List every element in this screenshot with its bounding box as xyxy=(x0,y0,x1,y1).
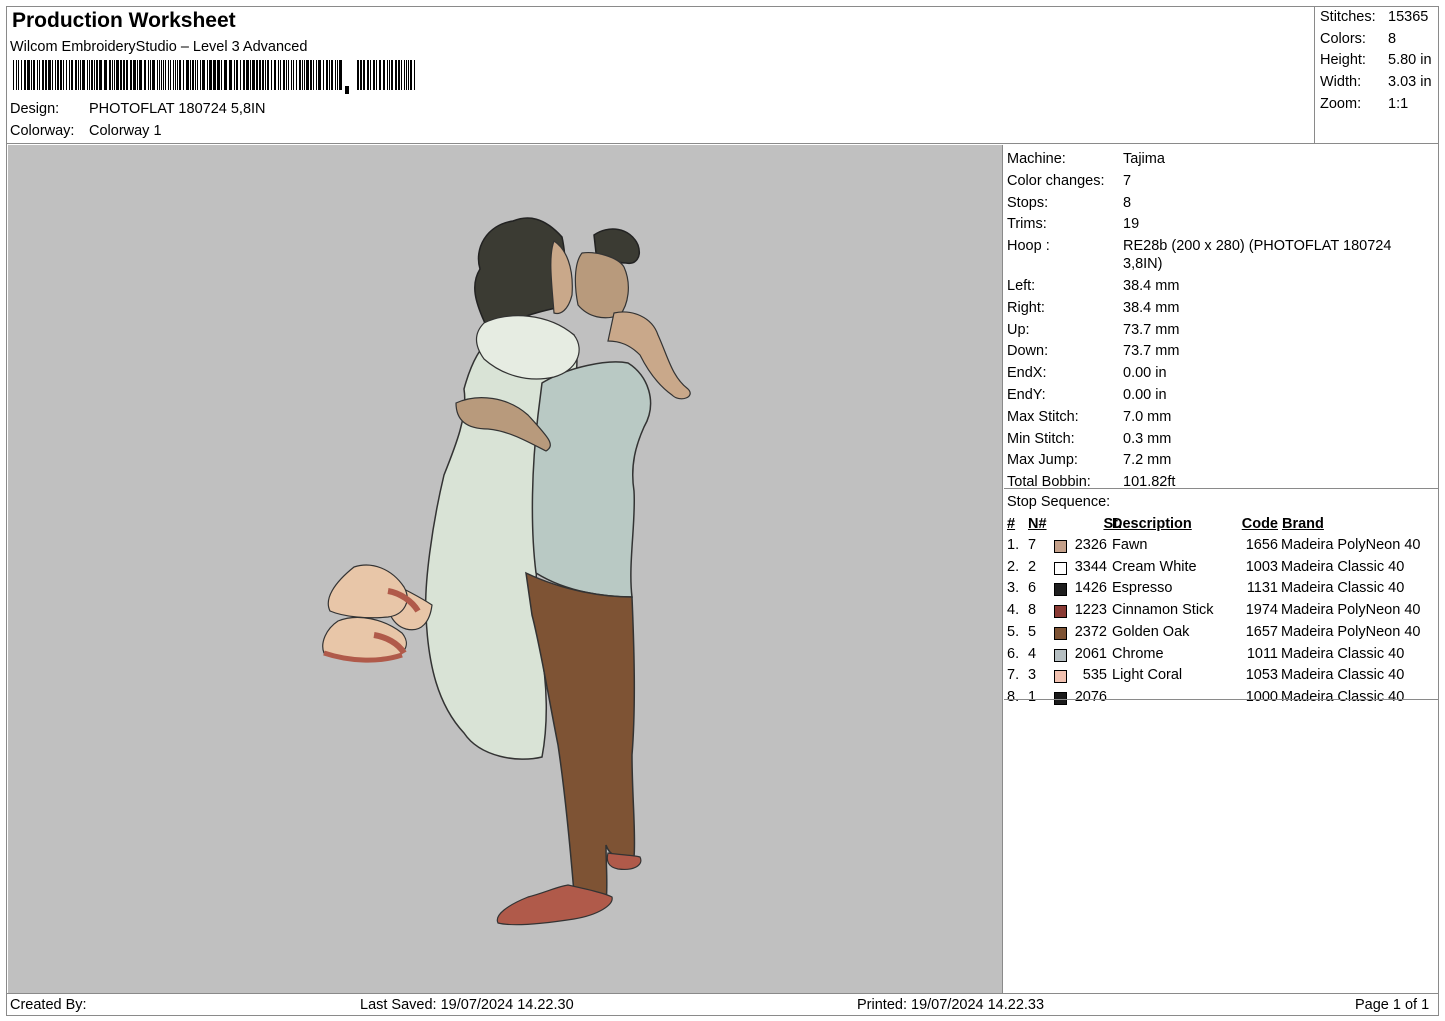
needle-number: 2 xyxy=(1028,558,1037,575)
needle-number: 3 xyxy=(1028,667,1037,684)
stitch-count: 1223 xyxy=(1074,602,1107,619)
stop-sequence-title: Stop Sequence: xyxy=(1007,494,1111,510)
stitch-count: 2076 xyxy=(1074,688,1107,705)
color-description: Chrome xyxy=(1112,645,1164,662)
thread-code: 1974 xyxy=(1245,602,1278,619)
embroidery-illustration xyxy=(322,217,691,926)
color-description: Cinnamon Stick xyxy=(1112,602,1214,619)
stat-height: Height: 5.80 in xyxy=(1320,52,1432,68)
stop-sequence-header: # N# St. Description Code Brand xyxy=(1007,516,1324,532)
design-preview xyxy=(8,145,1003,993)
thread-code: 1000 xyxy=(1245,688,1278,705)
thread-brand: Madeira PolyNeon 40 xyxy=(1281,623,1421,640)
thread-code: 1657 xyxy=(1245,623,1278,640)
needle-number: 4 xyxy=(1028,645,1037,662)
software-name: Wilcom EmbroideryStudio – Level 3 Advanc… xyxy=(10,39,308,55)
woman-shoe-lower xyxy=(322,616,407,661)
design-label: Design: xyxy=(10,101,60,117)
thread-brand: Madeira Classic 40 xyxy=(1281,688,1405,705)
color-description: Golden Oak xyxy=(1112,623,1190,640)
footer-created-by: Created By: xyxy=(10,997,87,1013)
thread-code: 1011 xyxy=(1246,645,1278,662)
color-swatch xyxy=(1054,540,1067,553)
stop-sequence-row: 2. 2 3344 Cream White 1003 Madeira Classic 40 xyxy=(1007,559,1437,580)
worksheet-frame: Production Worksheet Wilcom EmbroiderySt… xyxy=(6,6,1439,1016)
man-shoe-back xyxy=(606,852,642,870)
man-face xyxy=(574,252,629,319)
thread-code: 1003 xyxy=(1245,558,1278,575)
thread-code: 1656 xyxy=(1245,537,1278,553)
thread-code: 1053 xyxy=(1245,667,1278,684)
color-swatch xyxy=(1054,561,1067,575)
thread-brand: Madeira Classic 40 xyxy=(1281,558,1405,575)
color-description: Espresso xyxy=(1112,580,1173,597)
color-swatch xyxy=(1054,648,1067,662)
woman-face xyxy=(550,240,573,315)
color-swatch xyxy=(1054,670,1067,684)
thread-code: 1131 xyxy=(1246,580,1278,597)
colorway-row: Colorway: Colorway 1 xyxy=(10,123,162,139)
stop-sequence-row: 5. 5 2372 Golden Oak 1657 Madeira PolyNeon 40 xyxy=(1007,624,1437,645)
stitch-count: 2061 xyxy=(1074,645,1107,662)
stop-number: 5. xyxy=(1007,623,1020,640)
footer-printed: Printed: 19/07/2024 14.22.33 xyxy=(857,997,1045,1013)
man-shirt xyxy=(531,361,652,598)
stat-width: Width: 3.03 in xyxy=(1320,74,1432,90)
stop-sequence-row: 1. 7 2326 Fawn 1656 Madeira PolyNeon 40 xyxy=(1007,537,1437,558)
barcode-image xyxy=(13,60,415,94)
thread-brand: Madeira Classic 40 xyxy=(1281,645,1405,662)
thread-brand: Madeira PolyNeon 40 xyxy=(1281,537,1421,553)
color-description: Light Coral xyxy=(1112,667,1183,684)
worksheet-footer: Created By: Last Saved: 19/07/2024 14.22… xyxy=(7,993,1439,1016)
stitch-count: 3344 xyxy=(1074,558,1107,575)
machine-info-panel: Machine: Tajima Color changes: 7 Stops: 8 T… xyxy=(1004,144,1439,993)
design-value: PHOTOFLAT 180724 5,8IN xyxy=(89,101,266,117)
stitch-count: 2326 xyxy=(1074,537,1107,553)
needle-number: 8 xyxy=(1028,602,1037,619)
stop-number: 1. xyxy=(1007,537,1020,553)
needle-number: 6 xyxy=(1028,580,1037,597)
stitch-count: 2372 xyxy=(1074,623,1107,640)
stat-stitches: Stitches: 15365 xyxy=(1320,9,1429,25)
stop-number: 3. xyxy=(1007,580,1020,597)
color-swatch xyxy=(1054,605,1067,619)
colorway-label: Colorway: xyxy=(10,123,75,139)
stitch-count: 1426 xyxy=(1074,580,1107,597)
needle-number: 5 xyxy=(1028,623,1037,640)
stitch-count: 535 xyxy=(1082,667,1107,684)
stop-sequence-divider xyxy=(1004,488,1439,489)
page-title: Production Worksheet xyxy=(12,9,236,32)
thread-brand: Madeira Classic 40 xyxy=(1281,667,1405,684)
thread-brand: Madeira PolyNeon 40 xyxy=(1281,602,1421,619)
stop-number: 4. xyxy=(1007,602,1020,619)
man-shoe-front xyxy=(496,884,613,926)
design-stats: Stitches: 15365 Colors: 8 Height: 5.80 in W… xyxy=(1314,7,1439,143)
worksheet-header: Production Worksheet Wilcom EmbroiderySt… xyxy=(7,7,1314,143)
stop-sequence-bottom-divider xyxy=(1004,699,1439,700)
color-swatch xyxy=(1054,583,1067,597)
stop-sequence-row: 7. 3 535 Light Coral 1053 Madeira Classic 40 xyxy=(1007,667,1437,688)
stop-number: 6. xyxy=(1007,645,1020,662)
color-swatch xyxy=(1054,626,1067,640)
stop-number: 7. xyxy=(1007,667,1020,684)
needle-number: 1 xyxy=(1028,688,1037,705)
stat-colors: Colors: 8 xyxy=(1320,31,1397,47)
stop-sequence-row: 4. 8 1223 Cinnamon Stick 1974 Madeira PolyNeo… xyxy=(1007,602,1437,623)
stop-sequence-row: 6. 4 2061 Chrome 1011 Madeira Classic 40 xyxy=(1007,646,1437,667)
thread-brand: Madeira Classic 40 xyxy=(1281,580,1405,597)
footer-page: Page 1 of 1 xyxy=(1355,997,1430,1013)
color-description: Cream White xyxy=(1112,558,1197,575)
stop-number: 8. xyxy=(1007,688,1020,705)
stat-zoom: Zoom: 1:1 xyxy=(1320,96,1409,112)
design-row: Design: PHOTOFLAT 180724 5,8IN xyxy=(10,101,266,117)
needle-number: 7 xyxy=(1028,537,1037,553)
colorway-value: Colorway 1 xyxy=(89,123,162,139)
stop-number: 2. xyxy=(1007,558,1020,575)
stop-sequence-row: 3. 6 1426 Espresso 1131 Madeira Classic 40 xyxy=(1007,580,1437,601)
footer-last-saved: Last Saved: 19/07/2024 14.22.30 xyxy=(360,997,574,1013)
color-description: Fawn xyxy=(1112,537,1148,553)
